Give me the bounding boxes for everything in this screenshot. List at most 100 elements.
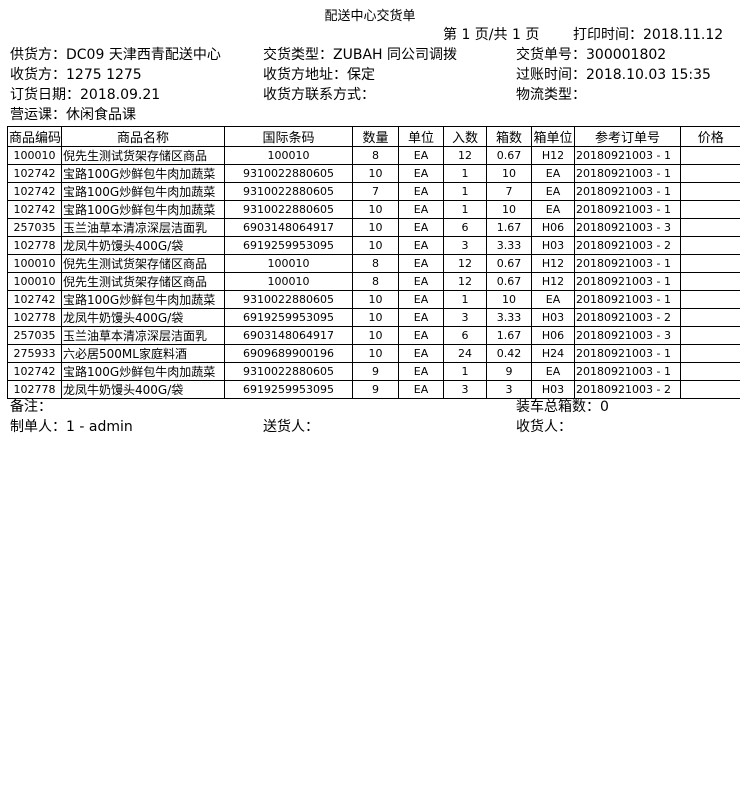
table-row: 102778 龙凤牛奶馒头400G/袋 6919259953095 10 EA 3 3.33… [7, 236, 740, 255]
cell-reference-order: 20180921003 - 1 [574, 146, 681, 165]
table-row: 102742 宝路100G炒鲜包牛肉加蔬菜 9310022880605 10 EA 1 10… [7, 164, 740, 183]
cell-quantity: 10 [352, 344, 399, 363]
cell-box-unit: H03 [531, 380, 575, 399]
cell-quantity: 10 [352, 308, 399, 327]
cell-barcode: 6903148064917 [224, 218, 353, 237]
cell-box-count: 10 [486, 200, 532, 219]
cell-price [680, 308, 740, 327]
delivery-number: 交货单号：300001802 [516, 47, 667, 63]
cell-unit: EA [398, 182, 444, 201]
cell-price [680, 218, 740, 237]
cell-reference-order: 20180921003 - 1 [574, 164, 681, 183]
cell-unit: EA [398, 272, 444, 291]
cell-quantity: 10 [352, 218, 399, 237]
cell-price [680, 380, 740, 399]
cell-box-count: 3.33 [486, 236, 532, 255]
cell-barcode: 9310022880605 [224, 182, 353, 201]
cell-product-code: 257035 [7, 326, 62, 345]
cell-product-name: 倪先生测试货架存储区商品 [61, 146, 225, 165]
cell-quantity: 8 [352, 254, 399, 273]
cell-pack-size: 1 [443, 362, 487, 381]
cell-barcode: 6909689900196 [224, 344, 353, 363]
cell-reference-order: 20180921003 - 1 [574, 272, 681, 291]
cell-price [680, 182, 740, 201]
cell-barcode: 6919259953095 [224, 380, 353, 399]
header-reference-order: 参考订单号 [574, 126, 681, 147]
cell-box-unit: H06 [531, 218, 575, 237]
cell-quantity: 8 [352, 272, 399, 291]
cell-quantity: 8 [352, 146, 399, 165]
cell-product-code: 102742 [7, 182, 62, 201]
header-box-count: 箱数 [486, 126, 532, 147]
cell-product-name: 宝路100G炒鲜包牛肉加蔬菜 [61, 362, 225, 381]
table-row: 102742 宝路100G炒鲜包牛肉加蔬菜 9310022880605 9 EA 1 9 EA… [7, 362, 740, 381]
cell-box-unit: H24 [531, 344, 575, 363]
cell-price [680, 236, 740, 255]
cell-barcode: 100010 [224, 146, 353, 165]
cell-unit: EA [398, 236, 444, 255]
creator: 制单人：1 - admin [10, 419, 133, 435]
cell-product-code: 102778 [7, 380, 62, 399]
cell-price [680, 146, 740, 165]
document-title: 配送中心交货单 [324, 9, 416, 24]
cell-box-unit: H12 [531, 146, 575, 165]
cell-product-name: 宝路100G炒鲜包牛肉加蔬菜 [61, 200, 225, 219]
cell-pack-size: 1 [443, 290, 487, 309]
posting-time: 过账时间：2018.10.03 15:35 [516, 67, 711, 83]
cell-quantity: 10 [352, 200, 399, 219]
cell-unit: EA [398, 326, 444, 345]
table-row: 102742 宝路100G炒鲜包牛肉加蔬菜 9310022880605 10 EA 1 10… [7, 290, 740, 309]
cell-reference-order: 20180921003 - 1 [574, 290, 681, 309]
cell-box-count: 3 [486, 380, 532, 399]
cell-barcode: 9310022880605 [224, 164, 353, 183]
cell-box-count: 0.67 [486, 272, 532, 291]
cell-box-unit: EA [531, 290, 575, 309]
cell-barcode: 9310022880605 [224, 200, 353, 219]
cell-pack-size: 3 [443, 380, 487, 399]
cell-reference-order: 20180921003 - 1 [574, 182, 681, 201]
supplier: 供货方：DC09 天津西青配送中心 [10, 47, 221, 63]
cell-box-unit: EA [531, 200, 575, 219]
header-quantity: 数量 [352, 126, 399, 147]
order-date: 订货日期：2018.09.21 [10, 87, 161, 103]
cell-quantity: 9 [352, 362, 399, 381]
cell-pack-size: 1 [443, 200, 487, 219]
cell-product-name: 宝路100G炒鲜包牛肉加蔬菜 [61, 164, 225, 183]
table-header-row: 商品编码 商品名称 国际条码 数量 单位 入数 箱数 箱单位 参考订单号 价格 [7, 126, 740, 147]
table-row: 275933 六必居500ML家庭料酒 6909689900196 10 EA 24 0.4… [7, 344, 740, 363]
cell-pack-size: 1 [443, 182, 487, 201]
cell-box-count: 0.42 [486, 344, 532, 363]
header-barcode: 国际条码 [224, 126, 353, 147]
cell-price [680, 254, 740, 273]
cell-reference-order: 20180921003 - 2 [574, 236, 681, 255]
cell-reference-order: 20180921003 - 2 [574, 308, 681, 327]
cell-unit: EA [398, 362, 444, 381]
cell-pack-size: 1 [443, 164, 487, 183]
cell-box-count: 7 [486, 182, 532, 201]
cell-quantity: 10 [352, 290, 399, 309]
cell-product-code: 275933 [7, 344, 62, 363]
cell-product-name: 玉兰油草本清凉深层洁面乳 [61, 326, 225, 345]
cell-barcode: 6919259953095 [224, 236, 353, 255]
table-row: 102742 宝路100G炒鲜包牛肉加蔬菜 9310022880605 7 EA 1 7 EA… [7, 182, 740, 201]
table-row: 102742 宝路100G炒鲜包牛肉加蔬菜 9310022880605 10 EA 1 10… [7, 200, 740, 219]
cell-reference-order: 20180921003 - 1 [574, 200, 681, 219]
cell-pack-size: 6 [443, 326, 487, 345]
delivery-type: 交货类型：ZUBAH 同公司调拨 [263, 47, 457, 63]
cell-pack-size: 3 [443, 308, 487, 327]
receiver-contact: 收货方联系方式： [263, 87, 375, 103]
cell-product-name: 六必居500ML家庭料酒 [61, 344, 225, 363]
cell-box-count: 0.67 [486, 254, 532, 273]
cell-barcode: 9310022880605 [224, 362, 353, 381]
cell-reference-order: 20180921003 - 1 [574, 254, 681, 273]
receiver: 收货方：1275 1275 [10, 67, 142, 83]
header-box-unit: 箱单位 [531, 126, 575, 147]
cell-product-code: 102778 [7, 236, 62, 255]
cell-product-code: 102742 [7, 362, 62, 381]
cell-unit: EA [398, 146, 444, 165]
cell-unit: EA [398, 254, 444, 273]
cell-box-unit: EA [531, 362, 575, 381]
table-row: 100010 倪先生测试货架存储区商品 100010 8 EA 12 0.67 H12 2018… [7, 272, 740, 291]
cell-box-count: 1.67 [486, 218, 532, 237]
receiver-address: 收货方地址：保定 [263, 67, 375, 83]
